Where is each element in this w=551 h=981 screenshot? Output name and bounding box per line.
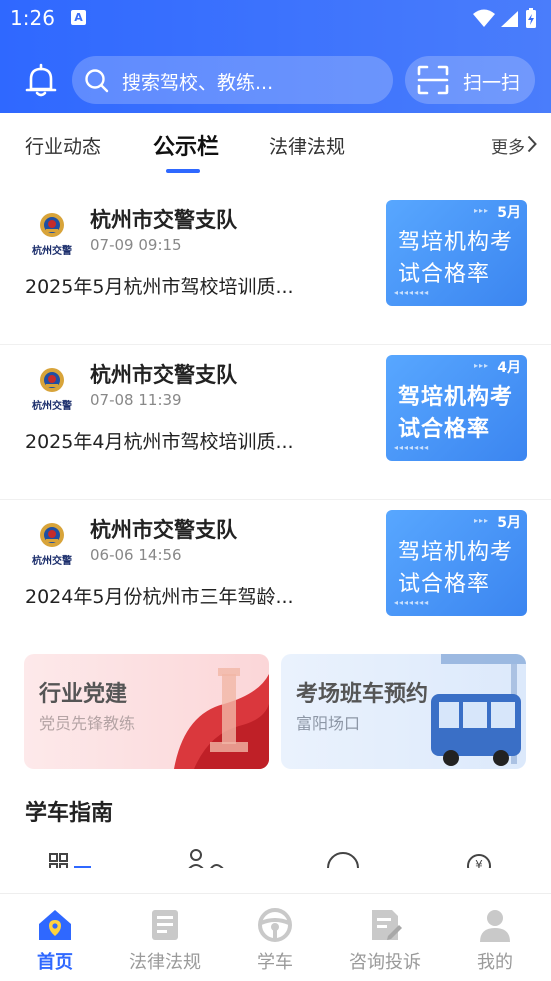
svg-text:杭州交警: 杭州交警 [32,244,72,257]
scan-button[interactable]: 扫一扫 [405,56,535,104]
profile-icon [476,906,514,944]
guide-icons-row: ¥ [0,846,551,868]
police-emblem-icon: 杭州交警 [26,208,78,258]
thumbnail-title-1: 驾培机构考 [398,385,514,410]
banner-subtitle: 富阳场口 [296,714,361,733]
nav-profile[interactable]: 我的 [440,894,550,981]
news-time: 07-08 11:39 [90,391,182,409]
thumbnail-title-2: 试合格率 [398,417,491,442]
nav-label: 我的 [477,952,513,973]
news-thumbnail[interactable]: ▸▸▸ 5月 驾培机构考 试合格率 ◂◂◂◂◂◂◂ [386,510,527,616]
news-title[interactable]: 2024年5月份杭州市三年驾龄... [25,582,343,609]
exam-shuttle-banner[interactable]: 考场班车预约 富阳场口 [281,654,526,769]
law-book-icon [146,906,184,944]
nav-learn[interactable]: 学车 [220,894,330,981]
steering-wheel-icon [256,906,294,944]
status-icons [471,8,541,34]
tab-bulletin[interactable]: 公示栏 [153,129,219,161]
bottom-nav: 首页 法律法规 学车 咨询投诉 我的 [0,893,551,981]
nav-label: 学车 [257,952,293,973]
chevron-right-icon[interactable] [527,135,537,157]
police-emblem-icon: 杭州交警 [26,518,78,568]
svg-text:杭州交警: 杭州交警 [32,399,72,412]
scan-label: 扫一扫 [463,72,521,94]
banner-title: 考场班车预约 [296,682,429,707]
search-icon [84,68,110,98]
banner-title: 行业党建 [39,682,128,707]
search-placeholder: 搜索驾校、教练... [122,72,274,94]
app-header: 1:26 A 搜索驾校、教练... 扫一扫 [0,0,551,113]
party-building-banner[interactable]: 行业党建 党员先锋教练 [24,654,269,769]
news-item[interactable]: 杭州交警 杭州市交警支队 06-06 14:56 2024年5月份杭州市三年驾龄… [0,500,551,655]
svg-text:¥: ¥ [475,858,483,868]
more-link[interactable]: 更多 [491,133,525,158]
signal-icon [501,11,518,27]
notification-a-icon: A [71,10,86,25]
bell-icon[interactable] [22,62,60,100]
nav-label: 法律法规 [129,952,201,973]
thumbnail-title-2: 试合格率 [398,262,491,287]
section-title: 学车指南 [25,801,114,826]
thumbnail-month: 4月 [497,360,521,376]
news-item[interactable]: 杭州交警 杭州市交警支队 07-08 11:39 2025年4月杭州市驾校培训质… [0,345,551,500]
guide-circle-icon [327,852,359,868]
news-title[interactable]: 2025年5月杭州市驾校培训质... [25,272,343,299]
nav-label: 首页 [37,952,73,973]
tab-bar: 行业动态 公示栏 法律法规 更多 [0,113,551,177]
news-title[interactable]: 2025年4月杭州市驾校培训质... [25,427,343,454]
scan-icon [417,65,449,99]
nav-home[interactable]: 首页 [0,894,110,981]
thumbnail-title-1: 驾培机构考 [398,540,514,565]
nav-laws[interactable]: 法律法规 [110,894,220,981]
guide-grid-icon [49,853,91,868]
news-time: 07-09 09:15 [90,236,182,254]
news-thumbnail[interactable]: ▸▸▸ 4月 驾培机构考 试合格率 ◂◂◂◂◂◂◂ [386,355,527,461]
guide-fee-icon: ¥ [467,854,491,868]
active-tab-indicator [166,169,200,173]
nav-label: 咨询投诉 [349,952,421,973]
nav-complaint[interactable]: 咨询投诉 [330,894,440,981]
home-icon [36,906,74,944]
complaint-icon [366,906,404,944]
svg-text:杭州交警: 杭州交警 [32,554,72,567]
banner-subtitle: 党员先锋教练 [39,714,136,733]
tab-industry-news[interactable]: 行业动态 [25,132,101,159]
thumbnail-title-2: 试合格率 [398,572,491,597]
news-thumbnail[interactable]: ▸▸▸ 5月 驾培机构考 试合格率 ◂◂◂◂◂◂◂ [386,200,527,306]
news-author: 杭州市交警支队 [90,518,237,542]
news-author: 杭州市交警支队 [90,363,237,387]
tab-laws[interactable]: 法律法规 [269,132,345,159]
news-author: 杭州市交警支队 [90,208,237,232]
thumbnail-title-1: 驾培机构考 [398,230,514,255]
search-input[interactable]: 搜索驾校、教练... [72,56,393,104]
status-time: 1:26 [10,6,55,30]
wifi-icon [473,9,495,27]
guide-coach-icon [188,849,224,868]
news-item[interactable]: 杭州交警 杭州市交警支队 07-09 09:15 2025年5月杭州市驾校培训质… [0,190,551,345]
thumbnail-month: 5月 [497,205,521,221]
news-time: 06-06 14:56 [90,546,182,564]
police-emblem-icon: 杭州交警 [26,363,78,413]
thumbnail-month: 5月 [497,515,521,531]
